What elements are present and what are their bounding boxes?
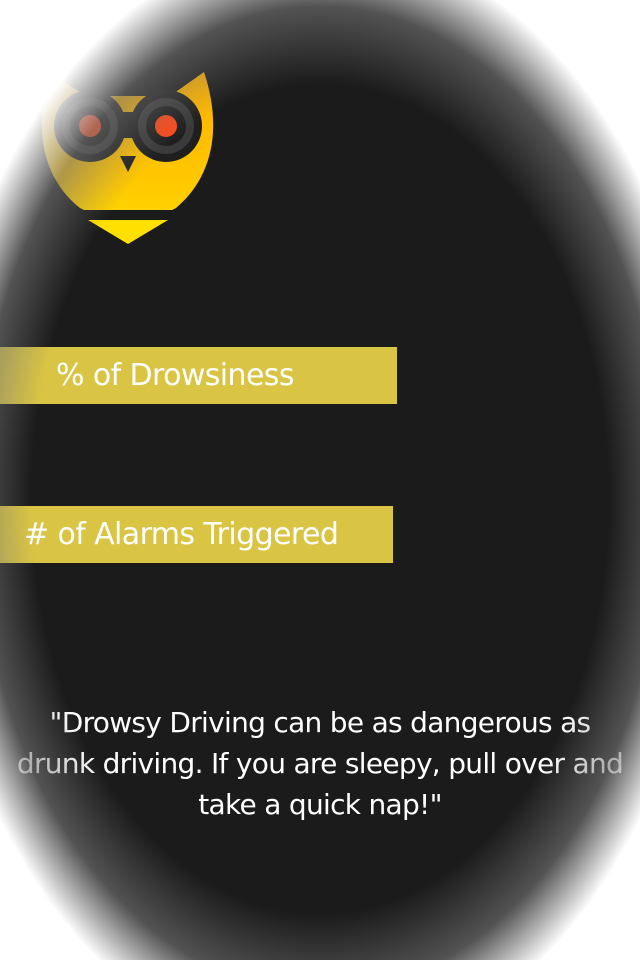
owl-icon bbox=[36, 66, 220, 248]
main-screen: % of Drowsiness # of Alarms Triggered "D… bbox=[0, 0, 640, 960]
alarms-label: # of Alarms Triggered bbox=[24, 516, 339, 552]
safety-quote: "Drowsy Driving can be as dangerous as d… bbox=[16, 706, 624, 821]
alarms-stat-bar[interactable]: # of Alarms Triggered bbox=[0, 506, 393, 563]
drowsiness-stat-bar[interactable]: % of Drowsiness bbox=[0, 347, 397, 404]
drowsiness-label: % of Drowsiness bbox=[56, 357, 294, 393]
